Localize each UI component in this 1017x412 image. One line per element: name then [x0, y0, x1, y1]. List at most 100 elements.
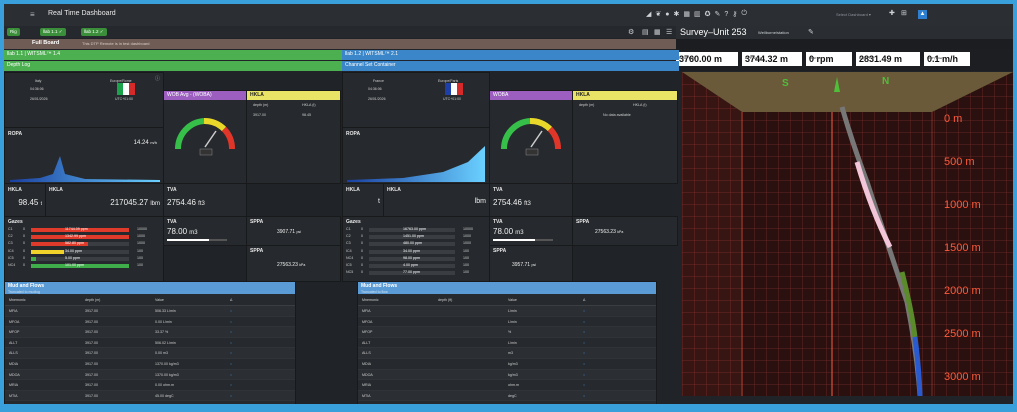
ropa-value: 14.24 m/h — [133, 140, 157, 146]
mud-header-left[interactable]: Mud and Flows — [5, 282, 295, 294]
table-row[interactable]: MRIA ohm.m = — [358, 380, 656, 391]
table-row[interactable]: MFIA L/min = — [358, 306, 656, 317]
gas-row: IC5 0 5.00 ppm 100 — [8, 255, 143, 261]
add-icon[interactable]: ✚ — [889, 9, 895, 17]
clock-widget-right: France Europe/Paris 04:36:06 26/01/2026 … — [342, 72, 490, 128]
table-row[interactable]: ALLS m3 = — [358, 348, 656, 359]
table-row[interactable]: MRIA 3917.00 0.00 ohm.m = — [5, 380, 295, 391]
woba-header-right[interactable]: WOBA — [490, 91, 572, 100]
dashboard-select[interactable]: Select Dashboard ▾ — [836, 12, 871, 17]
warning-icon[interactable]: ▲ — [918, 10, 927, 19]
compass-n: N — [882, 76, 889, 87]
ropa-sparkline-right — [347, 146, 485, 182]
wrench-icon[interactable]: ✎ — [715, 10, 721, 18]
table-row[interactable]: ALLT 3917.00 506.02 L/min = — [5, 337, 295, 349]
help-icon[interactable]: ? — [724, 11, 728, 18]
table-row[interactable]: MDOA kg/m3 = — [358, 369, 656, 381]
tab-llab-1-2[interactable]: llab 1.2 ✓ — [81, 28, 107, 36]
tva-ft3-left: TVA 2754.46 ft3 — [163, 183, 247, 217]
clock-widget-left: Italy Europe/Rome 04:36:06 26/01/2026 UT… — [4, 72, 164, 128]
sun-icon[interactable]: ✱ — [674, 10, 680, 18]
table-row[interactable]: ALLT L/min = — [358, 337, 656, 349]
gas-row: NC4 0 98.00 ppm 100 — [346, 255, 469, 261]
gas-row: C2 0 1342.99 ppm 1000 — [8, 234, 145, 240]
gases-widget-right: Gazes C1 0 16763.00 ppm 10000 C2 0 1451.00 ppm… — [342, 216, 490, 282]
wellbore-3d-svg[interactable]: S N 0 m 500 m 1000 m 1500 m 2000 m 2500 m 3000… — [682, 72, 1013, 396]
sppa-psi-right: SPPA 3957.71 psi — [489, 245, 573, 282]
info-icon[interactable]: ⓘ — [155, 75, 160, 82]
key-icon[interactable]: ⚷ — [732, 10, 737, 18]
table-row[interactable]: ALLS 3917.00 0.00 m3 = — [5, 348, 295, 359]
panel-header-right[interactable]: llab 1.2 | WITSML™ 2.1 — [342, 50, 679, 60]
hkla-table-right: HKLA depth (m) HKLA (t) No data availabl… — [572, 90, 678, 184]
table-row[interactable]: MFOA L/min = — [358, 316, 656, 328]
table-row[interactable]: MTOA3917.0060.45 degC= — [5, 401, 295, 404]
table-row[interactable]: MTIA degC = — [358, 390, 656, 402]
hkla-header[interactable]: HKLA — [247, 91, 340, 100]
tva-ft3-right: TVA 2754.46 ft3 — [489, 183, 573, 217]
table-row[interactable]: MTOAdegC= — [358, 401, 656, 404]
survey-controls: ⚙ ▤ ▦ ☰ Survey–Unit 253 Wellborne/statio… — [628, 26, 1013, 39]
gas-row: C3 0 582.80 ppm 1000 — [8, 241, 145, 247]
tool-icon[interactable]: ◢ — [646, 10, 651, 18]
mud-flows-right: Mud and Flows Truncated to flow Mnemonic… — [357, 281, 657, 404]
depth-label: 1000 m — [944, 199, 981, 211]
gas-row: IC4 0 34.00 ppm 100 — [346, 248, 469, 254]
table-row[interactable]: MFOP 3917.00 33.37 % = — [5, 327, 295, 338]
hkla-lbm-left: HKLA 217045.27 lbm — [45, 183, 164, 217]
woba-gauge-right — [500, 117, 562, 156]
table-icon[interactable]: ▦ — [654, 28, 661, 36]
board-subtitle: This DTP Remote is in test dashboard — [82, 41, 150, 46]
gas-row: C1 0 16763.00 ppm 10000 — [346, 227, 473, 232]
grid-icon[interactable]: ▦ — [683, 10, 690, 18]
depth-label: 500 m — [944, 156, 975, 168]
readout-rpm: RPM Surf 0 rpm — [806, 52, 852, 66]
readout-rop: ROP (Time) 0.1 m/h — [924, 52, 970, 66]
tva-m3-left: TVA 78.00 m3 — [163, 216, 247, 246]
chart-icon[interactable]: ⚙ — [628, 28, 634, 36]
table-row[interactable]: MFIA 3917.00 506.33 L/min = — [5, 306, 295, 317]
panel-header-left[interactable]: llab 1.1 | WITSML™ 1.4 — [4, 50, 342, 60]
table-row[interactable]: MFOP% = — [358, 327, 656, 338]
user-icon[interactable]: ● — [665, 11, 669, 18]
gas-bar — [31, 256, 129, 261]
power-icon[interactable]: ⏻ — [741, 10, 747, 18]
table-row[interactable]: MDOA 3917.00 1370.00 kg/m3 = — [5, 369, 295, 381]
mud-flows-left: Mud and Flows Truncated to mudlog Mnemon… — [4, 281, 296, 404]
table-header: Mnemonic depth (ft) Value Δ — [358, 296, 656, 306]
container-header-left[interactable]: Depth Log — [4, 61, 342, 71]
menu-icon[interactable]: ≡ — [30, 10, 35, 19]
gear-icon[interactable]: ✪ — [705, 10, 711, 18]
layers-icon[interactable]: ▤ — [642, 28, 649, 36]
table-row[interactable]: MTIA 3917.00 45.00 degC = — [5, 390, 295, 402]
chart-icon[interactable]: ▥ — [694, 10, 701, 18]
readout-bit-position: Bit Position 3744.32 m — [742, 52, 802, 66]
tva-m3-right: TVA 78.00 m3 — [489, 216, 573, 246]
tab-llab-1-1[interactable]: llab 1.1 ✓ — [40, 28, 66, 36]
leaf-icon[interactable]: ❦ — [655, 10, 661, 18]
gas-row: C2 0 1451.00 ppm 1000 — [346, 234, 471, 240]
wrench-icon[interactable]: ✎ — [808, 28, 814, 36]
flag-italy-icon — [117, 83, 135, 95]
woba-widget-right: WOBA — [489, 90, 573, 184]
depth-label: 2500 m — [944, 328, 981, 340]
table-row[interactable]: MFOA 3917.00 0.00 L/min = — [5, 316, 295, 328]
list-icon[interactable]: ☰ — [666, 28, 672, 36]
board-bar: Full Board This DTP Remote is in test da… — [4, 39, 676, 49]
wellbore-3d-view[interactable]: S N 0 m 500 m 1000 m 1500 m 2000 m 2500 m 3000… — [682, 72, 1013, 396]
hkla-table-left: HKLA depth (m) HKLA (t) 3917.00 98.45 — [246, 90, 341, 184]
mud-header-right[interactable]: Mud and Flows — [358, 282, 656, 294]
layout-icon[interactable]: ⊞ — [901, 9, 907, 17]
hkla-header-right[interactable]: HKLA — [573, 91, 677, 100]
woba-header[interactable]: WOB Avg - (WOBA) — [164, 91, 246, 100]
table-row[interactable]: MDIA kg/m3 = — [358, 358, 656, 370]
survey-subtitle[interactable]: Wellborne/station — [758, 30, 789, 35]
tab-rig[interactable]: Rig — [7, 28, 20, 36]
hkla-lbm-right: HKLA lbm — [383, 183, 490, 217]
table-row[interactable]: MDIA 3917.00 1370.00 kg/m3 = — [5, 358, 295, 370]
table-header: Mnemonic depth (m) Value Δ — [5, 296, 295, 306]
top-bar: ≡ Real Time Dashboard ◢ ❦ ● ✱ ▦ ▥ ✪ ✎ ? … — [4, 4, 1013, 27]
container-header-right[interactable]: Channel Set Container — [342, 61, 679, 71]
hkla-value-left: HKLA 98.45 t — [4, 183, 46, 217]
depth-label: 0 m — [944, 113, 962, 125]
